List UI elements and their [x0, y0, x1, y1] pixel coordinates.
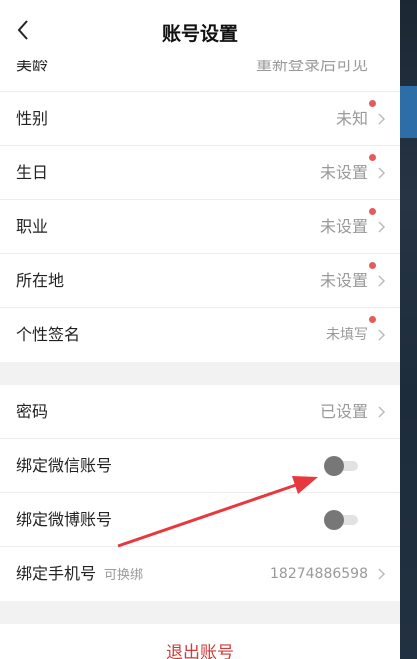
account-settings-panel: 账号设置 美龄 重新登录后可见 性别 未知 生日 未设置 职业 未设置 所在地 — [0, 0, 400, 659]
row-label: 绑定微博账号 — [16, 510, 113, 529]
row-label: 个性签名 — [16, 325, 81, 344]
profile-row-occupation[interactable]: 职业 未设置 — [0, 200, 400, 254]
unread-dot — [369, 316, 376, 323]
row-label: 职业 — [16, 217, 49, 236]
chevron-right-icon — [378, 329, 386, 341]
header-bar: 账号设置 — [0, 0, 400, 60]
background-blue-block — [400, 86, 417, 138]
logout-label: 退出账号 — [166, 643, 234, 659]
unread-dot — [369, 262, 376, 269]
toggle-knob — [324, 510, 344, 530]
weibo-bind-toggle[interactable] — [320, 508, 360, 532]
wechat-bind-toggle[interactable] — [320, 454, 360, 478]
unread-dot — [369, 154, 376, 161]
chevron-right-icon — [378, 113, 386, 125]
chevron-right-icon — [378, 568, 386, 580]
page-title: 账号设置 — [161, 23, 238, 45]
phone-number: 18274886598 — [270, 566, 368, 582]
unread-dot — [369, 208, 376, 215]
chevron-right-icon — [378, 221, 386, 233]
row-label: 所在地 — [16, 271, 65, 290]
toggle-knob — [324, 456, 344, 476]
bind-phone-row[interactable]: 绑定手机号 可换绑 18274886598 — [0, 547, 400, 601]
row-value: 已设置 — [319, 402, 368, 421]
row-value: 未设置 — [319, 163, 368, 182]
row-label: 绑定手机号 可换绑 — [16, 547, 143, 603]
unread-dot — [369, 100, 376, 107]
password-row[interactable]: 密码 已设置 — [0, 385, 400, 439]
row-value: 未设置 — [319, 217, 368, 236]
phone-label: 绑定手机号 — [16, 564, 97, 583]
row-value: 未设置 — [319, 271, 368, 290]
chevron-right-icon — [378, 167, 386, 179]
chevron-right-icon — [378, 406, 386, 418]
profile-section: 美龄 重新登录后可见 性别 未知 生日 未设置 职业 未设置 所在地 未设置 个… — [0, 38, 400, 362]
profile-row-location[interactable]: 所在地 未设置 — [0, 254, 400, 308]
bind-weibo-row: 绑定微博账号 — [0, 493, 400, 547]
profile-row-gender[interactable]: 性别 未知 — [0, 92, 400, 146]
row-label: 生日 — [16, 163, 49, 182]
row-label: 性别 — [16, 109, 49, 128]
row-label: 密码 — [16, 402, 49, 421]
row-value: 未填写 — [326, 327, 368, 343]
row-value: 未知 — [335, 109, 368, 128]
bind-wechat-row: 绑定微信账号 — [0, 439, 400, 493]
row-label: 绑定微信账号 — [16, 456, 113, 475]
background-app-strip — [400, 0, 417, 659]
rebind-hint: 可换绑 — [104, 568, 144, 583]
account-section: 密码 已设置 绑定微信账号 绑定微博账号 绑定手机号 可换绑 1827488659… — [0, 385, 400, 601]
logout-button[interactable]: 退出账号 — [0, 624, 400, 659]
chevron-right-icon — [378, 275, 386, 287]
profile-row-signature[interactable]: 个性签名 未填写 — [0, 308, 400, 362]
profile-row-birthday[interactable]: 生日 未设置 — [0, 146, 400, 200]
